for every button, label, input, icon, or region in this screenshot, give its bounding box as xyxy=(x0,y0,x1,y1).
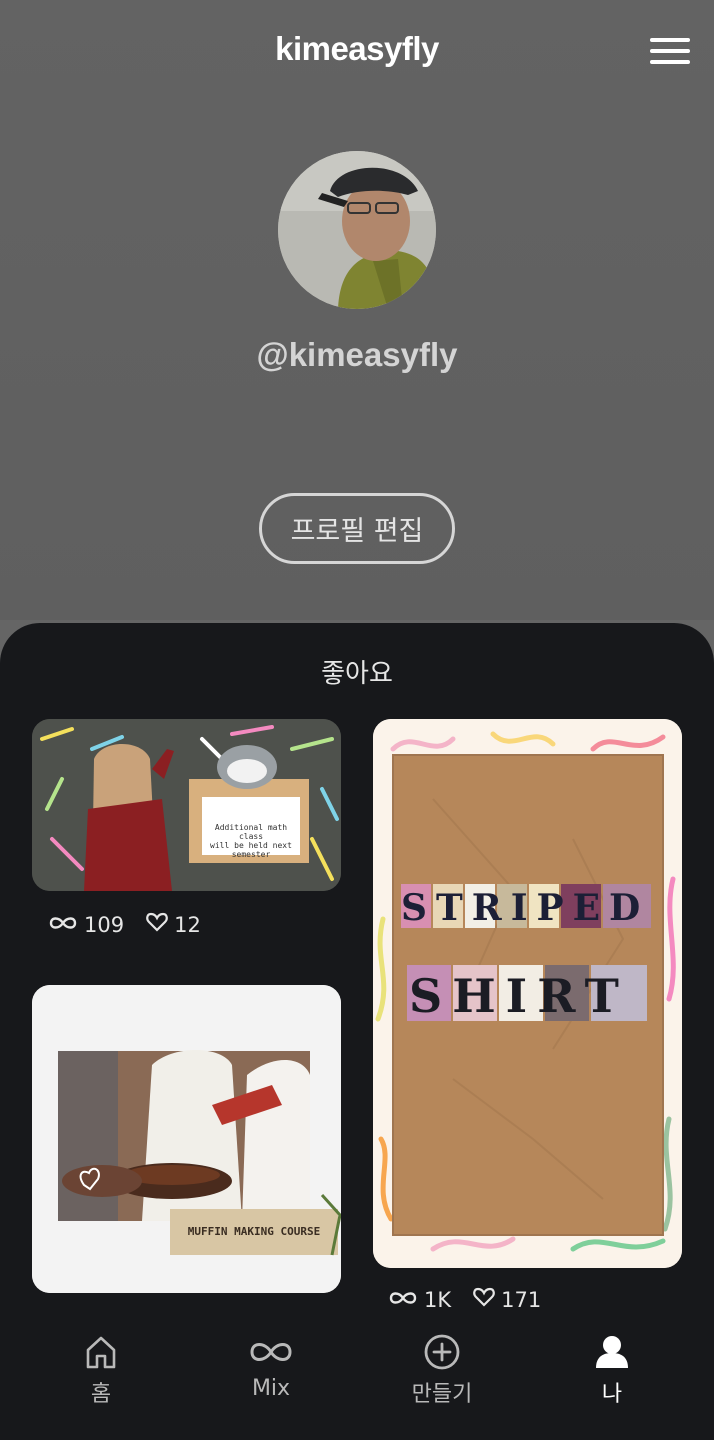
bottom-tab-bar: 홈 Mix 만들기 나 xyxy=(0,1310,714,1440)
like-count: 12 xyxy=(174,912,201,937)
card1-stats: 109 12 xyxy=(48,912,215,937)
liked-card-striped-shirt[interactable]: STRIPED SHIRT xyxy=(373,719,682,1268)
liked-card-math-class[interactable]: Additional math class will be held next … xyxy=(32,719,341,891)
edit-profile-button[interactable]: 프로필 편집 xyxy=(259,493,455,564)
muffin-course-banner: MUFFIN MAKING COURSE xyxy=(187,1225,321,1238)
board-text-line2: will be held next semester xyxy=(210,841,292,859)
tab-create-label: 만들기 xyxy=(411,1382,473,1407)
avatar[interactable] xyxy=(278,151,436,309)
profile-person-icon xyxy=(596,1336,628,1368)
create-plus-icon xyxy=(424,1334,460,1370)
heart-icon xyxy=(146,912,168,937)
remix-count-icon xyxy=(48,913,78,937)
card3-stats: 1K 171 xyxy=(388,1287,555,1312)
tab-me[interactable]: 나 xyxy=(552,1334,672,1408)
remix-count-icon xyxy=(388,1288,418,1312)
tab-home[interactable]: 홈 xyxy=(41,1334,161,1408)
app-brand-title: kimeasyfly xyxy=(275,30,439,67)
profile-handle: @kimeasyfly xyxy=(256,336,458,373)
tab-home-label: 홈 xyxy=(90,1382,112,1407)
tab-mix[interactable]: Mix xyxy=(211,1334,331,1401)
mix-infinity-icon xyxy=(250,1343,292,1361)
poster-line1: STRIPED xyxy=(401,887,650,929)
remix-count: 1K xyxy=(424,1287,452,1312)
liked-section-title: 좋아요 xyxy=(321,659,393,689)
heart-icon xyxy=(473,1287,495,1312)
tab-create[interactable]: 만들기 xyxy=(382,1334,502,1408)
profile-header: kimeasyfly @kimeasyfly 프로필 편집 xyxy=(0,0,714,620)
tab-me-label: 나 xyxy=(601,1382,623,1407)
remix-count: 109 xyxy=(84,912,125,937)
poster-line2: SHIRT xyxy=(409,969,629,1023)
liked-card-muffin-course[interactable]: MUFFIN MAKING COURSE xyxy=(32,985,341,1293)
hamburger-menu-icon[interactable] xyxy=(650,38,690,68)
like-count: 171 xyxy=(501,1287,542,1312)
board-text-line1: Additional math class xyxy=(214,823,288,841)
home-icon xyxy=(86,1336,116,1369)
tab-mix-label: Mix xyxy=(251,1376,291,1401)
